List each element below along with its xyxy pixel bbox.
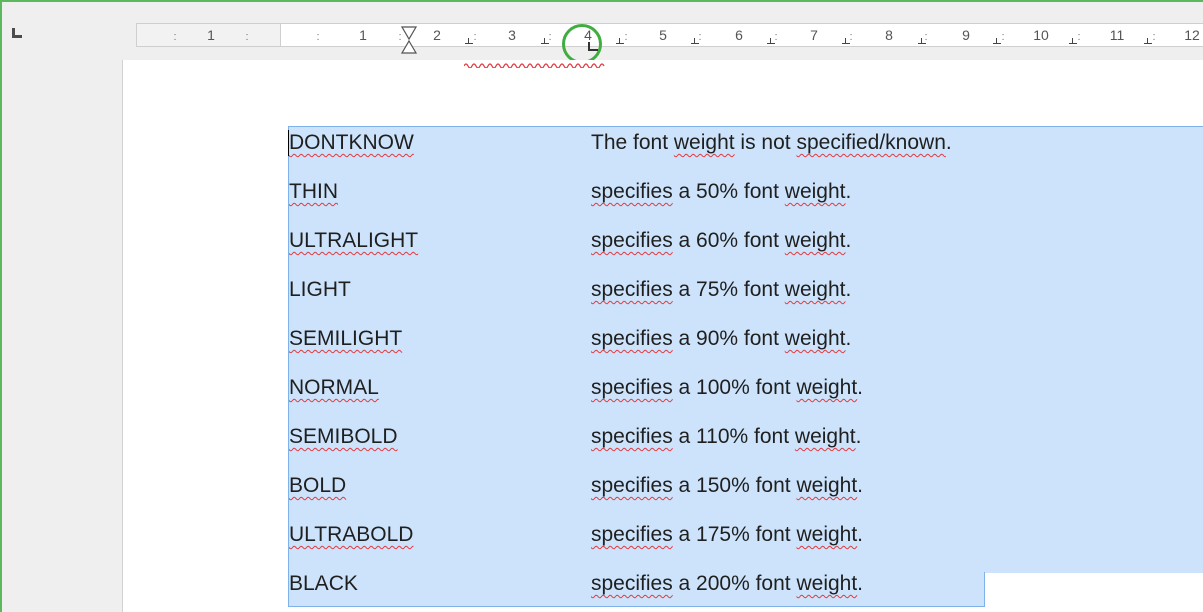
ruler-dot: :	[173, 31, 177, 43]
list-item[interactable]: LIGHT specifies a 75% font weight.	[289, 273, 1189, 309]
weight-description: specifies a 200% font weight.	[591, 572, 864, 595]
weight-constant: SEMIBOLD	[289, 425, 398, 448]
ruler-number: 10	[1033, 27, 1049, 43]
ruler-dot: :	[1001, 31, 1005, 43]
ruler-dot: :	[316, 31, 320, 43]
ruler-number: 11	[1109, 27, 1125, 43]
ruler-dot: :	[624, 31, 628, 43]
list-item[interactable]: NORMAL specifies a 100% font weight.	[289, 371, 1189, 407]
ruler-number: 1	[359, 27, 367, 43]
left-tab-icon[interactable]	[12, 28, 24, 40]
left-tab-stop-icon[interactable]	[588, 42, 598, 51]
weight-description: specifies a 110% font weight.	[591, 425, 862, 448]
weight-description: The font weight is not specified/known.	[591, 131, 952, 154]
hourglass-indent-icon[interactable]	[401, 26, 417, 54]
list-item[interactable]: DONTKNOW The font weight is not specifie…	[289, 126, 1189, 162]
left-gutter	[2, 2, 123, 612]
list-item[interactable]: BLACK specifies a 200% font weight.	[289, 567, 1189, 603]
ruler-number: 6	[735, 27, 743, 43]
weight-description: specifies a 90% font weight.	[591, 327, 852, 350]
ruler-dot: :	[245, 31, 249, 43]
tab-stop-marker[interactable]	[842, 38, 850, 44]
list-item[interactable]: SEMIBOLD specifies a 110% font weight.	[289, 420, 1189, 456]
weight-constant: NORMAL	[289, 376, 379, 399]
ruler-dot: :	[1077, 31, 1081, 43]
tab-stop-marker[interactable]	[541, 38, 549, 44]
tab-stop-marker[interactable]	[993, 38, 1001, 44]
spellcheck-squiggle	[464, 63, 605, 68]
ruler-number: 3	[508, 27, 516, 43]
weight-description: specifies a 60% font weight.	[591, 229, 852, 252]
tab-stop-marker[interactable]	[616, 38, 624, 44]
weight-constant: BOLD	[289, 474, 347, 497]
weight-description: specifies a 150% font weight.	[591, 474, 864, 497]
weight-constant: SEMILIGHT	[289, 327, 403, 350]
weight-description: specifies a 50% font weight.	[591, 180, 852, 203]
tab-stop-marker[interactable]	[918, 38, 926, 44]
ruler-number: 12	[1184, 27, 1200, 43]
list-item[interactable]: SEMILIGHT specifies a 90% font weight.	[289, 322, 1189, 358]
ruler-number: 5	[659, 27, 667, 43]
weight-constant: LIGHT	[289, 278, 351, 301]
list-item[interactable]: ULTRABOLD specifies a 175% font weight.	[289, 518, 1189, 554]
tab-stop-marker[interactable]	[767, 38, 775, 44]
weight-constant: ULTRABOLD	[289, 523, 414, 546]
tab-stop-marker[interactable]	[465, 38, 473, 44]
weight-description: specifies a 75% font weight.	[591, 278, 852, 301]
list-item[interactable]: BOLD specifies a 150% font weight.	[289, 469, 1189, 505]
text-cursor	[288, 130, 289, 156]
tab-stop-marker[interactable]	[691, 38, 699, 44]
tab-stop-marker[interactable]	[1069, 38, 1077, 44]
horizontal-ruler[interactable]: : 1 : : 1 : 2 : 3 : 4 : 5 : 6 : 7 : 8 : …	[122, 2, 1203, 64]
weight-constant: DONTKNOW	[289, 131, 414, 154]
ruler-dot: :	[473, 31, 477, 43]
list-item[interactable]: ULTRALIGHT specifies a 60% font weight.	[289, 224, 1189, 260]
weight-constant: ULTRALIGHT	[289, 229, 419, 252]
weight-constant: BLACK	[289, 572, 358, 595]
ruler-number: 1	[207, 27, 215, 43]
ruler-number: 8	[885, 27, 893, 43]
ruler-number: 7	[810, 27, 818, 43]
tab-stop-marker[interactable]	[1144, 38, 1152, 44]
weight-description: specifies a 175% font weight.	[591, 523, 864, 546]
ruler-number: 2	[433, 27, 441, 43]
list-item[interactable]: THIN specifies a 50% font weight.	[289, 175, 1189, 211]
ruler-strip: : 1 : : 1 : 2 : 3 : 4 : 5 : 6 : 7 : 8 : …	[136, 23, 1203, 47]
weight-description: specifies a 100% font weight.	[591, 376, 864, 399]
weight-constant: THIN	[289, 180, 338, 203]
ruler-number: 9	[962, 27, 970, 43]
ruler-dot: :	[1152, 31, 1156, 43]
